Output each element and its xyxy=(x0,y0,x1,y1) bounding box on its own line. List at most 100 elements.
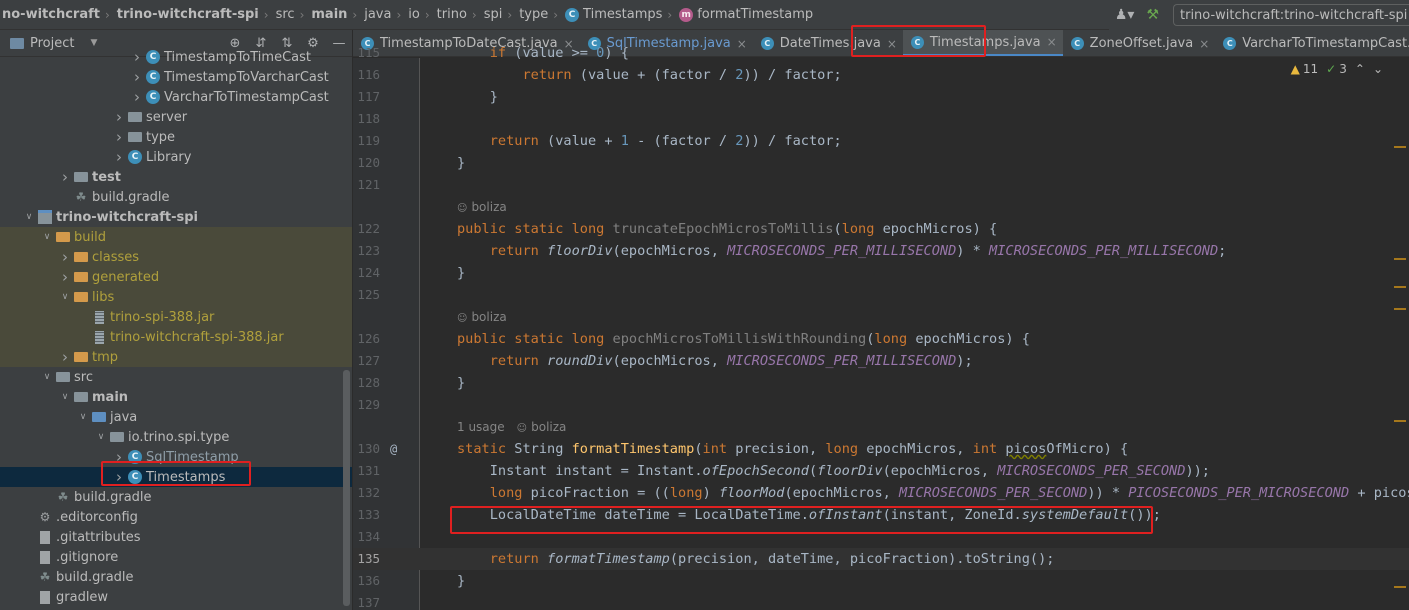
code-line[interactable]: 131 Instant instant = Instant.ofEpochSec… xyxy=(353,460,1409,482)
user-icon[interactable]: ♟▾ xyxy=(1115,7,1135,23)
tree-item[interactable]: ∨ io.trino.spi.type xyxy=(0,427,352,447)
breadcrumb-item[interactable]: src xyxy=(274,0,295,29)
code-line[interactable]: 123 return floorDiv(epochMicros, MICROSE… xyxy=(353,240,1409,262)
breadcrumb-item[interactable]: java xyxy=(362,0,391,29)
editor-error-stripe[interactable] xyxy=(1394,86,1409,610)
tree-item[interactable]: › C Library xyxy=(0,147,352,167)
tree-item[interactable]: › type xyxy=(0,127,352,147)
code-line[interactable]: 119 return (value + 1 - (factor / 2)) / … xyxy=(353,130,1409,152)
inspection-widget[interactable]: ▲ 11 ✓ 3 ⌃ ⌄ xyxy=(1291,62,1383,76)
chevron-up-icon[interactable]: ⌃ xyxy=(1355,62,1365,76)
tree-item[interactable]: gradlew xyxy=(0,587,352,607)
stripe-marker[interactable] xyxy=(1394,258,1406,260)
breadcrumb-item[interactable]: trino xyxy=(435,0,467,29)
chevron-down-icon[interactable]: ∨ xyxy=(40,232,54,242)
tree-item[interactable]: ☘ build.gradle xyxy=(0,487,352,507)
code-line[interactable]: 127 return roundDiv(epochMicros, MICROSE… xyxy=(353,350,1409,372)
code-lens-hint[interactable]: 1 usage ☺ boliza xyxy=(353,416,1409,438)
chevron-right-icon[interactable]: › xyxy=(112,468,126,486)
tree-item[interactable]: › C SqlTimestamp xyxy=(0,447,352,467)
chevron-right-icon[interactable]: › xyxy=(112,128,126,146)
tree-item[interactable]: › C Timestamps xyxy=(0,467,352,487)
tree-item[interactable]: › server xyxy=(0,107,352,127)
tree-item[interactable]: › C TimestampToTimeCast xyxy=(0,47,352,67)
code-area[interactable]: 115 if (value >= 0) {116 return (value +… xyxy=(353,45,1409,610)
chevron-right-icon[interactable]: › xyxy=(112,108,126,126)
breadcrumb-item[interactable]: io xyxy=(406,0,420,29)
chevron-down-icon[interactable]: ∨ xyxy=(94,432,108,442)
tree-scrollbar[interactable] xyxy=(343,370,350,606)
chevron-down-icon[interactable]: ⌄ xyxy=(1373,62,1383,76)
breadcrumb-item[interactable]: trino-witchcraft-spi xyxy=(115,0,259,29)
stripe-marker[interactable] xyxy=(1394,586,1406,588)
stripe-marker[interactable] xyxy=(1394,420,1406,422)
chevron-right-icon[interactable]: › xyxy=(58,248,72,266)
chevron-down-icon[interactable]: ∨ xyxy=(58,292,72,302)
code-line[interactable]: 133 LocalDateTime dateTime = LocalDateTi… xyxy=(353,504,1409,526)
tree-item[interactable]: ∨ build xyxy=(0,227,352,247)
code-line[interactable]: 121 xyxy=(353,174,1409,196)
code-line[interactable]: 126 public static long epochMicrosToMilli… xyxy=(353,328,1409,350)
chevron-right-icon[interactable]: › xyxy=(130,68,144,86)
code-line[interactable]: 120} xyxy=(353,152,1409,174)
tree-item[interactable]: .gitignore xyxy=(0,547,352,567)
code-line[interactable]: 117 } xyxy=(353,86,1409,108)
code-line[interactable]: 115 if (value >= 0) { xyxy=(353,42,1409,64)
code-lens-hint[interactable]: ☺ boliza xyxy=(353,306,1409,328)
code-line[interactable]: 128} xyxy=(353,372,1409,394)
code-line[interactable]: 125 xyxy=(353,284,1409,306)
breadcrumb-item[interactable]: type xyxy=(517,0,548,29)
tree-item[interactable]: ∨ libs xyxy=(0,287,352,307)
tree-item[interactable]: ☘ build.gradle xyxy=(0,567,352,587)
breadcrumb-item[interactable]: spi xyxy=(482,0,503,29)
breadcrumb-item[interactable]: main xyxy=(309,0,347,29)
chevron-right-icon[interactable]: › xyxy=(112,448,126,466)
tree-item[interactable]: › generated xyxy=(0,267,352,287)
tree-item[interactable]: .gitattributes xyxy=(0,527,352,547)
code-line[interactable]: 124} xyxy=(353,262,1409,284)
code-line[interactable]: 136} xyxy=(353,570,1409,592)
code-line[interactable]: 129 xyxy=(353,394,1409,416)
tree-item[interactable]: ⚙ .editorconfig xyxy=(0,507,352,527)
code-line[interactable]: 116 return (value + (factor / 2)) / fact… xyxy=(353,64,1409,86)
breadcrumb-item[interactable]: C Timestamps xyxy=(563,0,662,29)
code-lens-hint[interactable]: ☺ boliza xyxy=(353,196,1409,218)
code-line[interactable]: 134 xyxy=(353,526,1409,548)
override-marker-icon[interactable]: @ xyxy=(390,438,397,460)
stripe-marker[interactable] xyxy=(1394,146,1406,148)
tree-item[interactable]: ∨ main xyxy=(0,387,352,407)
code-line[interactable]: 135 return formatTimestamp(precision, da… xyxy=(353,548,1409,570)
code-line[interactable]: 137 xyxy=(353,592,1409,610)
stripe-marker[interactable] xyxy=(1394,308,1406,310)
tree-item[interactable]: ∨ java xyxy=(0,407,352,427)
chevron-down-icon[interactable]: ∨ xyxy=(76,412,90,422)
chevron-right-icon[interactable]: › xyxy=(58,168,72,186)
code-line[interactable]: 118 xyxy=(353,108,1409,130)
usage-count[interactable]: 1 usage xyxy=(457,420,505,434)
tree-item[interactable]: › classes xyxy=(0,247,352,267)
tree-item[interactable]: › tmp xyxy=(0,347,352,367)
tree-item[interactable]: trino-witchcraft-spi-388.jar xyxy=(0,327,352,347)
chevron-down-icon[interactable]: ∨ xyxy=(40,372,54,382)
tree-item[interactable]: ∨ src xyxy=(0,367,352,387)
chevron-right-icon[interactable]: › xyxy=(130,48,144,66)
chevron-down-icon[interactable]: ∨ xyxy=(58,392,72,402)
tree-item[interactable]: › C VarcharToTimestampCast xyxy=(0,87,352,107)
chevron-right-icon[interactable]: › xyxy=(58,348,72,366)
tree-item[interactable]: › C TimestampToVarcharCast xyxy=(0,67,352,87)
chevron-right-icon[interactable]: › xyxy=(58,268,72,286)
tree-item[interactable]: ☘ build.gradle xyxy=(0,187,352,207)
run-configuration-selector[interactable]: trino-witchcraft:trino-witchcraft-spi [s xyxy=(1173,4,1409,26)
code-line[interactable]: 130 @ static String formatTimestamp(int pr… xyxy=(353,438,1409,460)
chevron-right-icon[interactable]: › xyxy=(112,148,126,166)
chevron-down-icon[interactable]: ∨ xyxy=(22,212,36,222)
hammer-icon[interactable]: ⚒ xyxy=(1146,7,1159,23)
code-line[interactable]: 122 public static long truncateEpochMicro… xyxy=(353,218,1409,240)
breadcrumb-item[interactable]: no-witchcraft xyxy=(0,0,100,29)
code-line[interactable]: 132 long picoFraction = ((long) floorMod… xyxy=(353,482,1409,504)
chevron-right-icon[interactable]: › xyxy=(130,88,144,106)
tree-item[interactable]: trino-spi-388.jar xyxy=(0,307,352,327)
stripe-marker[interactable] xyxy=(1394,286,1406,288)
breadcrumb-item[interactable]: m formatTimestamp xyxy=(677,0,813,29)
tree-item[interactable]: ∨ trino-witchcraft-spi xyxy=(0,207,352,227)
